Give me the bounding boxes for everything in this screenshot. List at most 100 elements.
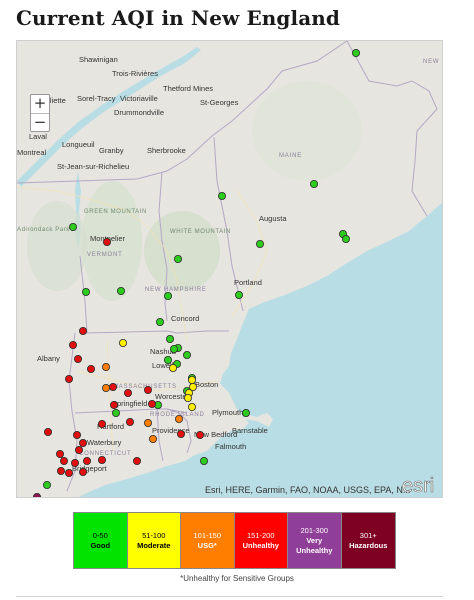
aqi-station-marker[interactable] [69, 340, 78, 349]
aqi-station-marker[interactable] [110, 400, 119, 409]
place-label: Portland [234, 278, 262, 287]
legend-label: Unhealthy [242, 540, 279, 550]
legend-footnote: *Unhealthy for Sensitive Groups [180, 574, 294, 583]
place-label: Shawinigan [79, 55, 118, 64]
place-label: Trois-Rivières [112, 69, 158, 78]
place-label: NEW YORK [55, 497, 94, 498]
white-mountains-shade [144, 211, 220, 291]
aqi-station-marker[interactable] [255, 239, 264, 248]
place-label: Boston [195, 380, 218, 389]
aqi-station-marker[interactable] [165, 334, 174, 343]
place-label: Barnstable [232, 426, 268, 435]
place-label: NEW BRUNSWICK [423, 59, 443, 65]
place-label: Plymouth [212, 408, 243, 417]
aqi-station-marker[interactable] [187, 375, 196, 384]
place-label: Waterbury [87, 438, 122, 447]
aqi-station-marker[interactable] [119, 338, 128, 347]
aqi-station-marker[interactable] [182, 350, 191, 359]
aqi-station-marker[interactable] [102, 362, 111, 371]
esri-logo-text: esri [402, 475, 434, 495]
aqi-station-marker[interactable] [155, 317, 164, 326]
aqi-station-marker[interactable] [195, 430, 204, 439]
esri-logo[interactable]: esri [400, 473, 442, 495]
aqi-station-marker[interactable] [42, 480, 51, 489]
aqi-station-marker[interactable] [79, 438, 88, 447]
zoom-control: + − [30, 94, 50, 132]
aqi-station-marker[interactable] [183, 393, 192, 402]
aqi-station-marker[interactable] [74, 354, 83, 363]
aqi-station-marker[interactable] [144, 385, 153, 394]
place-label: Falmouth [215, 442, 246, 451]
map-attribution[interactable]: Esri, HERE, Garmin, FAO, NOAA, USGS, EPA… [205, 485, 410, 495]
map-canvas[interactable]: ShawiniganTrois-RivièresJoliette Sorel-Tr… [17, 41, 443, 498]
aqi-station-marker[interactable] [199, 456, 208, 465]
legend-label: USG* [197, 540, 217, 550]
legend-label: Good [90, 540, 111, 550]
aqi-station-marker[interactable] [187, 402, 196, 411]
aqi-station-marker[interactable] [33, 493, 41, 498]
legend-range: 301+ [359, 530, 377, 540]
aqi-station-marker[interactable] [98, 419, 107, 428]
aqi-station-marker[interactable] [351, 48, 360, 57]
aqi-station-marker[interactable] [309, 179, 318, 188]
aqi-station-marker[interactable] [112, 408, 121, 417]
aqi-station-marker[interactable] [147, 399, 156, 408]
aqi-legend: 0-50 Good 51-100 Moderate 101-150 USG* 151-200… [73, 512, 396, 569]
legend-item: 151-200 Unhealthy [234, 513, 288, 568]
aqi-station-marker[interactable] [163, 291, 172, 300]
aqi-station-marker[interactable] [174, 414, 183, 423]
place-label: Albany [37, 354, 60, 363]
aqi-station-marker[interactable] [102, 383, 111, 392]
aqi-station-marker[interactable] [57, 466, 66, 475]
aqi-station-marker[interactable] [60, 456, 69, 465]
aqi-station-marker[interactable] [144, 418, 153, 427]
aqi-station-marker[interactable] [148, 434, 157, 443]
aqi-station-marker[interactable] [87, 364, 96, 373]
aqi-station-marker[interactable] [79, 326, 88, 335]
place-label: Concord [171, 314, 199, 323]
aqi-station-marker[interactable] [71, 458, 80, 467]
aqi-station-marker[interactable] [43, 427, 52, 436]
aqi-station-marker[interactable] [65, 468, 74, 477]
aqi-station-marker[interactable] [98, 455, 107, 464]
aqi-station-marker[interactable] [117, 286, 126, 295]
aqi-station-marker[interactable] [241, 408, 250, 417]
bottom-divider [16, 596, 443, 597]
page-title: Current AQI in New England [16, 6, 340, 30]
aqi-station-marker[interactable] [341, 234, 350, 243]
aqi-station-marker[interactable] [168, 363, 177, 372]
aqi-station-marker[interactable] [176, 429, 185, 438]
legend-range: 201-300 [300, 525, 329, 535]
aqi-station-marker[interactable] [217, 191, 226, 200]
aqi-station-marker[interactable] [79, 467, 88, 476]
aqi-station-marker[interactable] [234, 290, 243, 299]
place-label: MAINE [279, 153, 302, 159]
aqi-station-marker[interactable] [103, 237, 112, 246]
place-label: St-Georges [200, 98, 239, 107]
aqi-station-marker[interactable] [73, 430, 82, 439]
aqi-station-marker[interactable] [65, 374, 74, 383]
legend-item: 201-300 Very Unhealthy [288, 513, 342, 568]
aqi-station-marker[interactable] [69, 222, 78, 231]
aqi-map[interactable]: Shawinigan Trois-Rivières Joliette Sorel-Tr… [16, 40, 443, 498]
place-label: Sherbrooke [147, 146, 186, 155]
aqi-station-marker[interactable] [163, 355, 172, 364]
aqi-station-marker[interactable] [75, 445, 84, 454]
adirondack-shade [27, 201, 87, 291]
zoom-out-button[interactable]: − [31, 113, 49, 131]
aqi-station-marker[interactable] [126, 417, 135, 426]
place-label: Longueuil [62, 140, 95, 149]
zoom-in-button[interactable]: + [31, 95, 49, 113]
legend-label: Hazardous [349, 540, 388, 550]
maine-highlands-shade [252, 81, 362, 181]
aqi-station-marker[interactable] [82, 287, 91, 296]
place-label: Augusta [259, 214, 287, 223]
aqi-station-marker[interactable] [133, 456, 142, 465]
aqi-station-marker[interactable] [109, 382, 118, 391]
legend-item: 0-50 Good [74, 513, 128, 568]
aqi-station-marker[interactable] [83, 456, 92, 465]
aqi-station-marker[interactable] [173, 254, 182, 263]
aqi-station-marker[interactable] [124, 388, 133, 397]
aqi-station-marker[interactable] [56, 449, 65, 458]
aqi-station-marker[interactable] [169, 344, 178, 353]
